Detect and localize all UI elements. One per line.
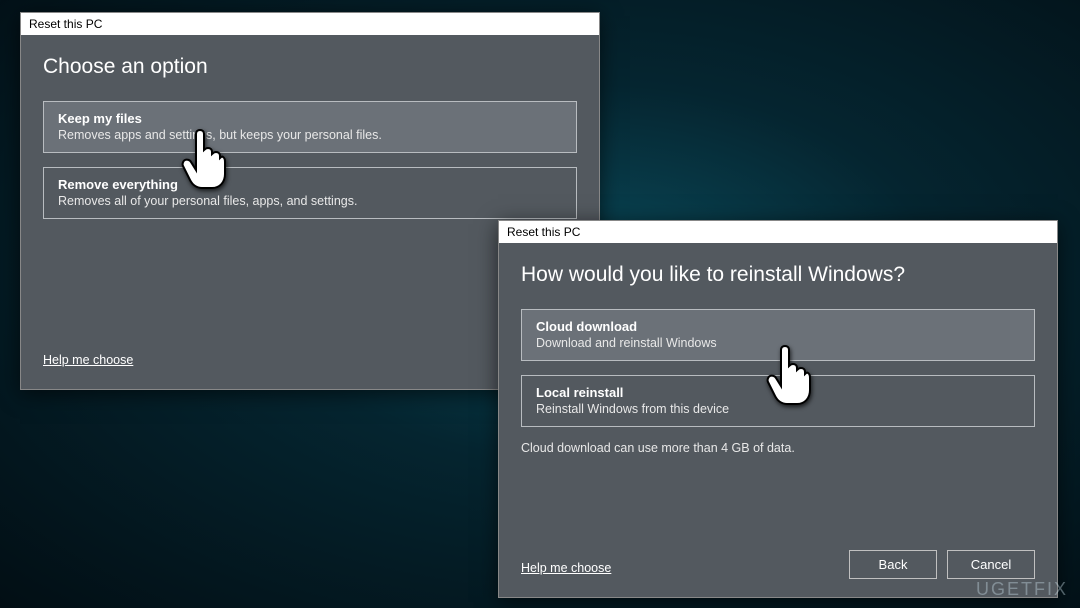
back-button[interactable]: Back [849, 550, 937, 579]
cursor-pointer-icon [178, 128, 228, 193]
option-desc: Removes all of your personal files, apps… [58, 194, 562, 208]
help-me-choose-link[interactable]: Help me choose [521, 561, 611, 575]
cancel-button[interactable]: Cancel [947, 550, 1035, 579]
option-remove-everything[interactable]: Remove everything Removes all of your pe… [43, 167, 577, 219]
dialog-titlebar: Reset this PC [499, 221, 1057, 243]
option-keep-my-files[interactable]: Keep my files Removes apps and settings,… [43, 101, 577, 153]
reset-dialog-reinstall-method: Reset this PC How would you like to rein… [498, 220, 1058, 598]
dialog-heading: How would you like to reinstall Windows? [521, 263, 1035, 287]
info-text: Cloud download can use more than 4 GB of… [521, 441, 1035, 455]
dialog-titlebar: Reset this PC [21, 13, 599, 35]
option-title: Keep my files [58, 111, 562, 126]
dialog-button-row: Back Cancel [849, 550, 1035, 579]
option-desc: Removes apps and settings, but keeps you… [58, 128, 562, 142]
cursor-pointer-icon [763, 344, 813, 409]
option-title: Remove everything [58, 177, 562, 192]
dialog-body: Choose an option Keep my files Removes a… [21, 35, 599, 249]
help-me-choose-link[interactable]: Help me choose [43, 353, 133, 367]
watermark: UGETFIX [976, 579, 1068, 600]
option-title: Cloud download [536, 319, 1020, 334]
dialog-heading: Choose an option [43, 55, 577, 79]
